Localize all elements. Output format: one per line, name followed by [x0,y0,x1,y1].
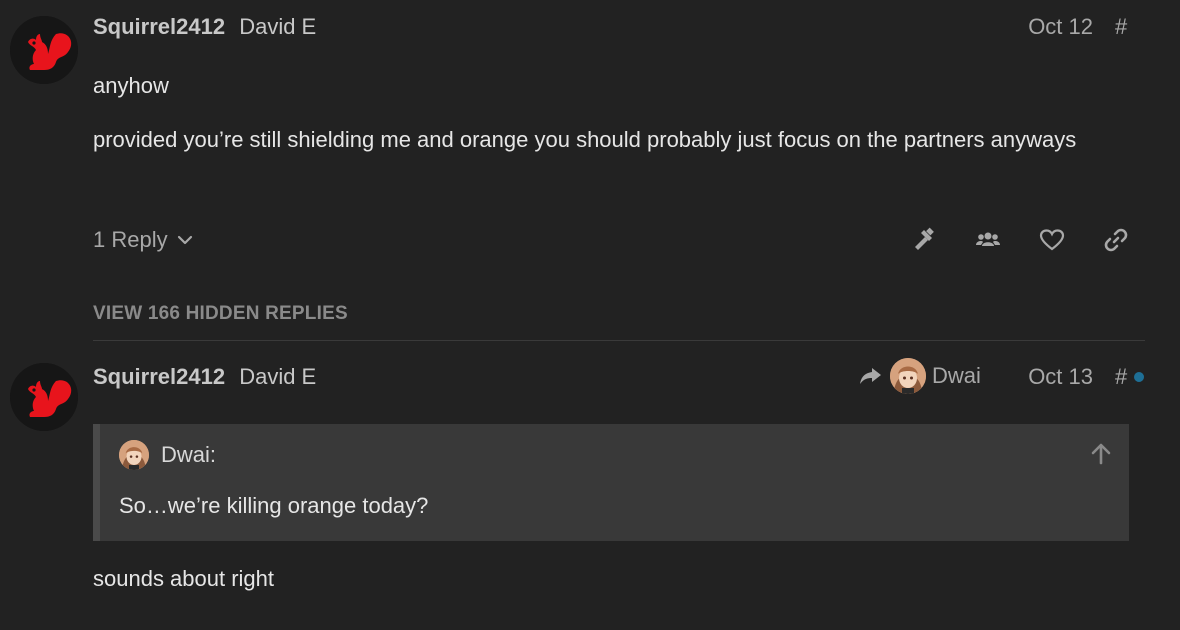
quote-block: Dwai: So…we’re killing orange today? [93,424,1129,541]
group-icon [976,232,1000,246]
quote-avatar [119,440,149,470]
like-button[interactable] [1034,222,1070,258]
post-paragraph: provided you’re still shielding me and o… [93,127,1077,152]
view-hidden-replies-link[interactable]: VIEW 166 HIDDEN REPLIES [93,303,348,325]
post-divider [93,340,1145,341]
hammer-icon [915,227,934,250]
full-name: David E [239,364,317,389]
username[interactable]: Squirrel2412 [93,14,225,39]
post-date[interactable]: Oct 12 [1028,14,1093,40]
anime-avatar-icon [119,440,149,470]
chevron-down-icon [177,235,192,245]
replies-toggle-button[interactable]: 1 Reply [93,226,194,254]
post-link-hash[interactable]: # [1115,364,1127,390]
reply-to-indicator[interactable]: Dwai [858,358,981,394]
link-icon [1104,228,1128,252]
replies-label: 1 Reply [93,227,168,252]
reply-to-avatar [890,358,926,394]
quote-text: So…we’re killing orange today? [119,493,429,518]
squirrel-icon [10,16,78,84]
user-avatar[interactable] [10,16,78,84]
user-avatar[interactable] [10,363,78,431]
arrow-up-icon[interactable] [1089,442,1113,466]
post-paragraph: sounds about right [93,566,275,591]
post-date[interactable]: Oct 13 [1028,364,1093,390]
post-paragraph: anyhow [93,73,169,98]
reply-arrow-icon [860,368,881,384]
anime-avatar-icon [890,358,926,394]
heart-icon [1039,229,1065,251]
post-link-hash[interactable]: # [1115,14,1127,40]
quote-author: Dwai: [161,442,217,467]
admin-hammer-button[interactable] [906,222,942,258]
username[interactable]: Squirrel2412 [93,364,225,389]
copy-link-button[interactable] [1098,222,1134,258]
squirrel-icon [10,363,78,431]
unread-indicator [1134,372,1144,382]
group-button[interactable] [970,222,1006,258]
full-name: David E [239,14,317,39]
reply-to-name: Dwai [932,363,981,388]
